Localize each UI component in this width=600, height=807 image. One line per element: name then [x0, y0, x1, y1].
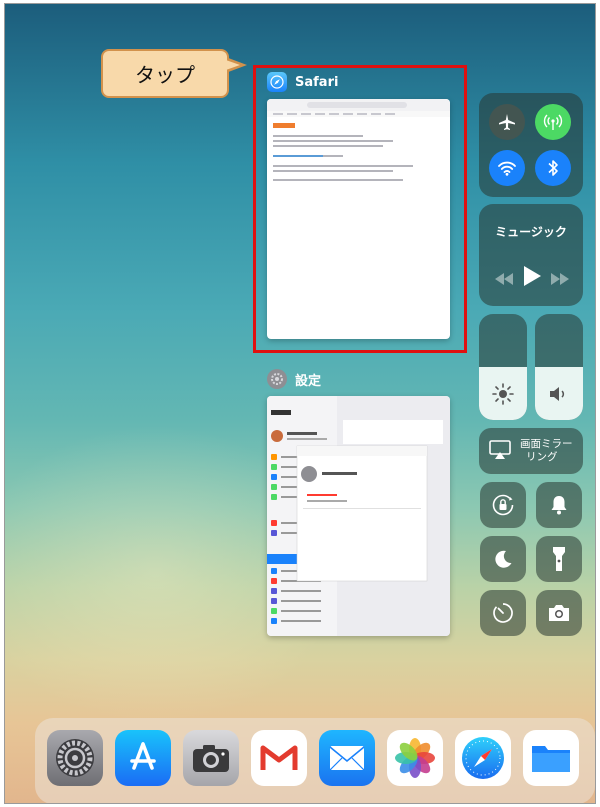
flashlight-icon[interactable]: [536, 536, 582, 582]
wifi-icon[interactable]: [489, 150, 525, 186]
music-label: ミュージック: [495, 225, 567, 239]
settings-app-icon[interactable]: [47, 730, 103, 786]
mail-app-icon[interactable]: [319, 730, 375, 786]
camera-app-icon[interactable]: [183, 730, 239, 786]
orientation-lock-icon[interactable]: [480, 482, 526, 528]
selection-highlight: [253, 65, 467, 353]
ipad-screen: タップ Safari 設定 ミュージック 画面ミラー リング: [4, 3, 596, 804]
compass-icon: [462, 737, 504, 779]
camera-icon[interactable]: [536, 590, 582, 636]
dock: [35, 718, 595, 803]
bell-icon[interactable]: [536, 482, 582, 528]
tap-callout: タップ: [101, 49, 229, 98]
airplane-mode-icon[interactable]: [489, 104, 525, 140]
screen-mirroring-label: 画面ミラー リング: [520, 438, 573, 463]
settings-app-preview[interactable]: [267, 396, 450, 636]
do-not-disturb-moon-icon[interactable]: [480, 536, 526, 582]
app-store-icon[interactable]: [115, 730, 171, 786]
safari-app-icon[interactable]: [455, 730, 511, 786]
music-panel: [479, 204, 583, 306]
next-track-icon[interactable]: [551, 270, 569, 289]
timer-icon[interactable]: [480, 590, 526, 636]
volume-icon: [548, 385, 570, 407]
settings-app-label[interactable]: 設定: [267, 369, 321, 389]
settings-gear-icon: [267, 369, 287, 389]
play-icon[interactable]: [523, 266, 541, 290]
settings-page-thumbnail: [267, 396, 450, 636]
gear-icon: [56, 739, 94, 777]
cellular-data-icon[interactable]: [535, 104, 571, 140]
settings-app-name: 設定: [295, 373, 322, 389]
gmail-app-icon[interactable]: [251, 730, 307, 786]
files-app-icon[interactable]: [523, 730, 579, 786]
previous-track-icon[interactable]: [495, 270, 513, 289]
bluetooth-icon[interactable]: [535, 150, 571, 186]
folder-icon: [532, 746, 570, 772]
screen-mirroring-icon: [488, 439, 512, 465]
brightness-icon: [491, 382, 515, 410]
photos-app-icon[interactable]: [387, 730, 443, 786]
